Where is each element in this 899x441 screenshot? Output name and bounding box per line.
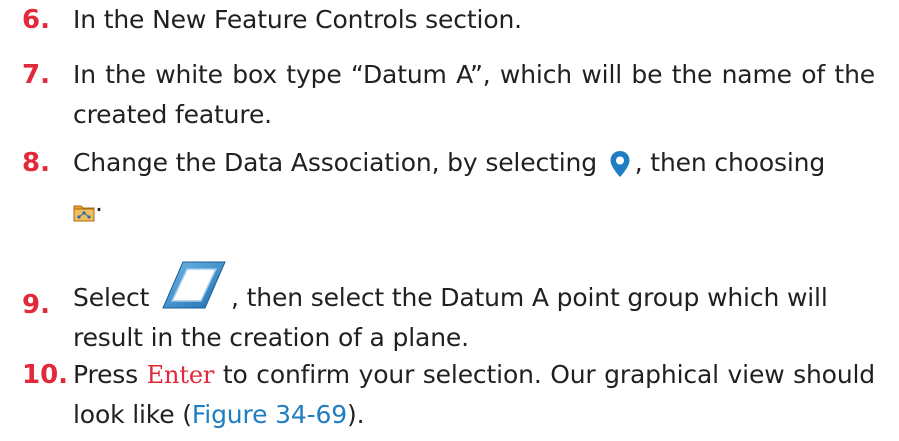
step-text: Select , then select the Datum A point g… xyxy=(73,260,875,358)
step-text: Change the Data Association, by selectin… xyxy=(73,143,875,223)
step-text-part: Change the Data Association, by selectin… xyxy=(73,148,597,177)
step-text-part: , then choosing xyxy=(634,148,826,177)
step-number: 8. xyxy=(22,148,50,178)
step-text: In the New Feature Controls section. xyxy=(73,5,522,34)
step-number: 9. xyxy=(22,290,50,320)
step-number: 6. xyxy=(22,5,50,35)
step-text-part: ). xyxy=(347,400,365,429)
step-text-part: Select xyxy=(73,283,150,312)
step-number: 10. xyxy=(22,360,69,390)
step-text-part: . xyxy=(95,188,103,217)
plane-icon xyxy=(161,260,227,310)
step-text-part: Press xyxy=(73,360,139,389)
document-page: 6. In the New Feature Controls section. … xyxy=(0,0,899,441)
figure-reference-link[interactable]: Figure 34-69 xyxy=(192,400,347,429)
step-number: 7. xyxy=(22,60,50,90)
location-pin-icon xyxy=(609,150,631,178)
step-text: In the white box type “Datum A”, which w… xyxy=(73,60,875,129)
step-text: Press Enter to confirm your selection. O… xyxy=(73,355,875,435)
enter-key-label: Enter xyxy=(146,361,215,389)
folder-point-group-icon xyxy=(73,194,95,222)
